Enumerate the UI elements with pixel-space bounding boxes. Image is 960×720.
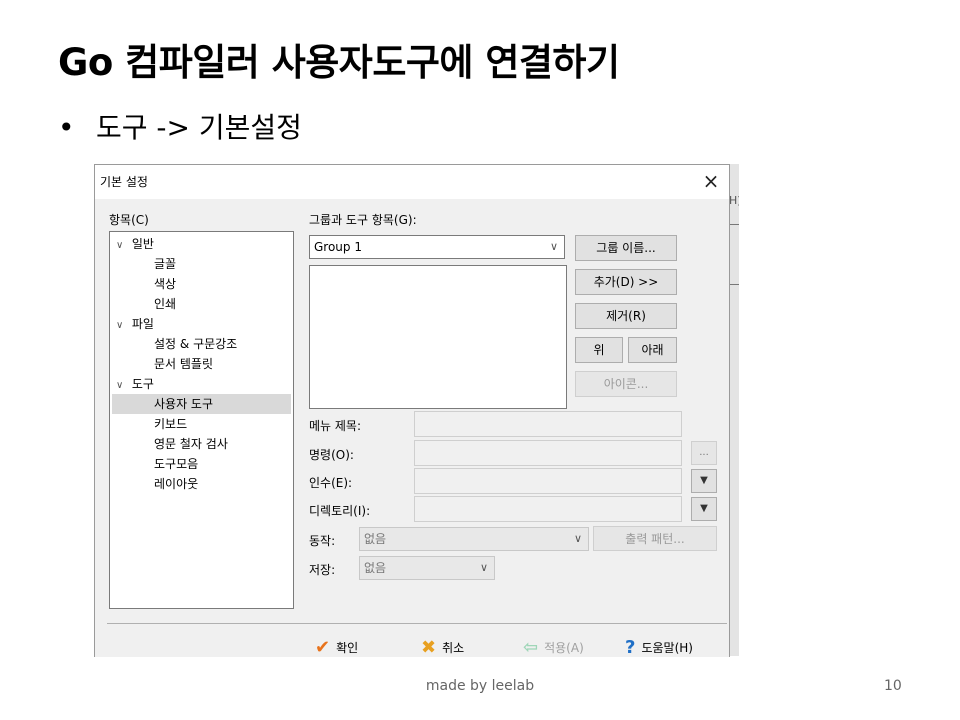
tree-item-label: 일반 xyxy=(131,237,154,251)
dialog-title: 기본 설정 xyxy=(100,175,148,189)
tree-item-keyboard[interactable]: 키보드 xyxy=(154,414,187,434)
slide-footer: made by leelab xyxy=(425,678,535,694)
save-select-value: 없음 xyxy=(364,561,387,575)
tree-item-color[interactable]: 색상 xyxy=(154,274,176,294)
tree-item-label: 문서 템플릿 xyxy=(154,357,214,371)
tree-item-tools[interactable]: ∨ 도구 xyxy=(116,374,154,394)
browse-button[interactable]: ... xyxy=(691,441,717,465)
arguments-field[interactable] xyxy=(414,468,682,494)
tree-item-layout[interactable]: 레이아웃 xyxy=(154,474,198,494)
tree-item-user-tools[interactable]: 사용자 도구 xyxy=(112,394,291,414)
close-icon[interactable]: × xyxy=(701,169,721,193)
menu-title-label: 메뉴 제목: xyxy=(309,419,362,433)
tree-item-label: 설정 & 구문강조 xyxy=(154,337,238,351)
background-window-menu-text: H) xyxy=(729,194,739,207)
bullet-symbol: • xyxy=(58,111,75,144)
chevron-down-icon: ∨ xyxy=(573,532,582,545)
action-select[interactable]: 없음 ∨ xyxy=(359,527,589,551)
tree-item-label: 키보드 xyxy=(154,417,188,431)
bullet-text: 도구 -> 기본설정 xyxy=(96,111,302,144)
command-label: 명령(O): xyxy=(309,448,354,462)
tree-label: 항목(C) xyxy=(109,213,149,227)
help-button[interactable]: ? 도움말(H) xyxy=(625,637,693,657)
move-down-button[interactable]: 아래 xyxy=(628,337,677,363)
tree-item-spellcheck[interactable]: 영문 철자 검사 xyxy=(154,434,228,454)
tree-item-label: 영문 철자 검사 xyxy=(154,437,228,451)
background-window-line xyxy=(729,224,739,225)
group-select-value: Group 1 xyxy=(314,240,362,254)
tree-item-label: 글꼴 xyxy=(154,257,177,271)
directory-menu-button[interactable]: ▼ xyxy=(691,497,717,521)
group-name-button[interactable]: 그룹 이름... xyxy=(575,235,677,261)
move-up-button[interactable]: 위 xyxy=(575,337,623,363)
arguments-label: 인수(E): xyxy=(309,476,353,490)
save-label: 저장: xyxy=(309,563,336,577)
tree-item-label: 인쇄 xyxy=(154,297,177,311)
add-button[interactable]: 추가(D) >> xyxy=(575,269,677,295)
page-number: 10 xyxy=(884,678,902,694)
checkmark-icon: ✔ xyxy=(315,637,331,657)
command-field[interactable] xyxy=(414,440,682,466)
tree-item-general[interactable]: ∨ 일반 xyxy=(116,234,154,254)
tree-item-templates[interactable]: 문서 템플릿 xyxy=(154,354,213,374)
background-window-line xyxy=(729,284,739,285)
chevron-down-icon[interactable]: ∨ xyxy=(116,376,128,396)
x-icon: ✖ xyxy=(421,637,437,657)
tree-item-font[interactable]: 글꼴 xyxy=(154,254,176,274)
tree-item-syntax[interactable]: 설정 & 구문강조 xyxy=(154,334,237,354)
cancel-button-label: 취소 xyxy=(442,641,465,655)
tree-item-file[interactable]: ∨ 파일 xyxy=(116,314,154,334)
category-tree[interactable]: ∨ 일반 글꼴 색상 인쇄 ∨ 파일 설정 & 구문강조 문서 템플릿 ∨ 도구… xyxy=(109,231,294,609)
divider xyxy=(107,623,727,624)
cancel-button[interactable]: ✖ 취소 xyxy=(421,637,464,657)
group-select[interactable]: Group 1 ∨ xyxy=(309,235,565,259)
output-pattern-button[interactable]: 출력 패턴... xyxy=(593,526,717,551)
chevron-down-icon[interactable]: ∨ xyxy=(116,236,128,256)
bullet-item: • 도구 -> 기본설정 xyxy=(58,106,302,146)
tree-item-print[interactable]: 인쇄 xyxy=(154,294,176,314)
apply-button-label: 적용(A) xyxy=(544,641,584,655)
dialog-titlebar: 기본 설정 × xyxy=(95,165,729,199)
action-label: 동작: xyxy=(309,534,336,548)
save-select[interactable]: 없음 ∨ xyxy=(359,556,495,580)
tree-item-label: 파일 xyxy=(131,317,154,331)
ok-button-label: 확인 xyxy=(336,641,359,655)
tree-item-label: 색상 xyxy=(154,277,177,291)
tree-item-toolbars[interactable]: 도구모음 xyxy=(154,454,198,474)
tree-item-label: 도구모음 xyxy=(154,457,199,471)
preferences-dialog: 기본 설정 × 항목(C) ∨ 일반 글꼴 색상 인쇄 ∨ 파일 설정 & 구문… xyxy=(94,164,730,657)
remove-button[interactable]: 제거(R) xyxy=(575,303,677,329)
tree-item-label: 사용자 도구 xyxy=(154,397,214,411)
ok-button[interactable]: ✔ 확인 xyxy=(315,637,358,657)
group-label: 그룹과 도구 항목(G): xyxy=(309,213,417,227)
directory-label: 디렉토리(I): xyxy=(309,504,371,518)
chevron-down-icon[interactable]: ∨ xyxy=(116,316,128,336)
tree-item-label: 도구 xyxy=(131,377,154,391)
slide-title: Go 컴파일러 사용자도구에 연결하기 xyxy=(58,41,620,84)
menu-title-field[interactable] xyxy=(414,411,682,437)
directory-field[interactable] xyxy=(414,496,682,522)
icon-button[interactable]: 아이콘... xyxy=(575,371,677,397)
tree-item-label: 레이아웃 xyxy=(154,477,199,491)
arguments-menu-button[interactable]: ▼ xyxy=(691,469,717,493)
arrow-left-icon: ⇦ xyxy=(523,637,539,657)
chevron-down-icon: ∨ xyxy=(549,240,558,253)
apply-button[interactable]: ⇦ 적용(A) xyxy=(523,637,584,657)
chevron-down-icon: ∨ xyxy=(479,561,488,574)
question-icon: ? xyxy=(625,637,636,657)
help-button-label: 도움말(H) xyxy=(641,641,693,655)
tool-items-list[interactable] xyxy=(309,265,567,409)
action-select-value: 없음 xyxy=(364,532,387,546)
